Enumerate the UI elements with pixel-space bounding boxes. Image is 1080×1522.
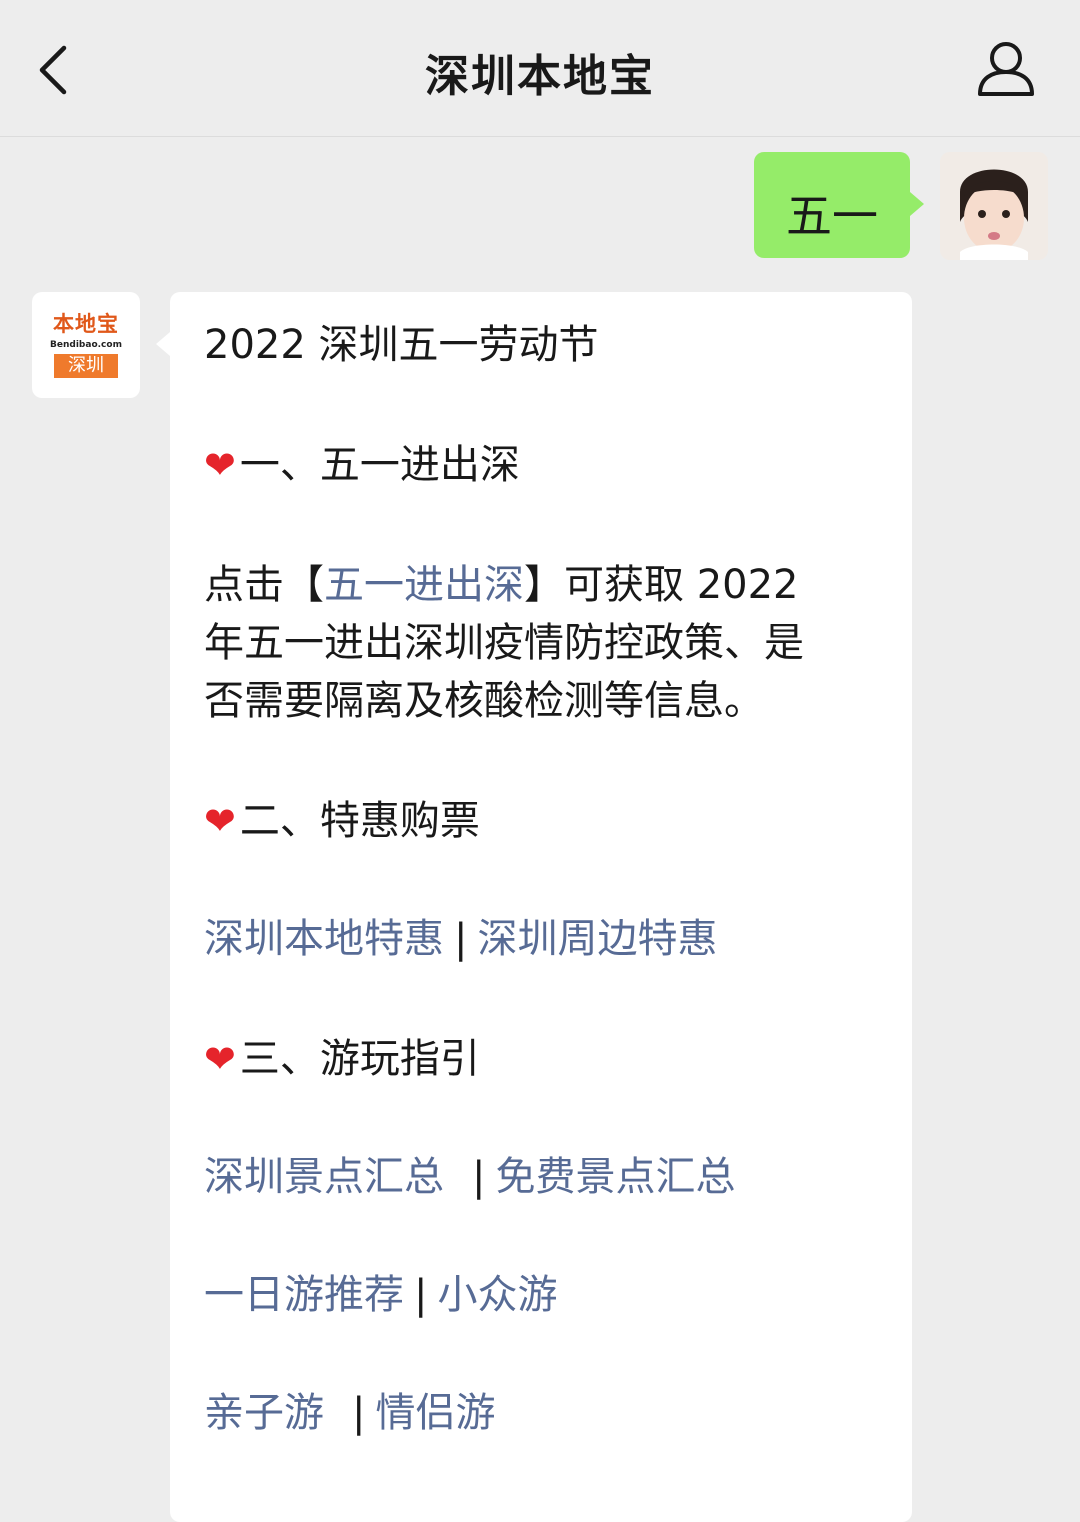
link-row: 深圳本地特惠 | 深圳周边特惠: [204, 910, 717, 968]
section-heading-1: ❤ 一、五一进出深: [204, 436, 520, 494]
p1-rest: 可获取 2022: [564, 562, 799, 608]
link-free-attractions[interactable]: 免费景点汇总: [495, 1154, 735, 1200]
section-1-label: 一、五一进出深: [239, 442, 520, 488]
top-bar: 深圳本地宝: [0, 0, 1080, 137]
heart-icon: ❤: [204, 1037, 236, 1081]
link-niche-trip[interactable]: 小众游: [437, 1272, 557, 1318]
heart-icon: ❤: [204, 443, 236, 487]
link-row: 亲子游 | 情侣游: [204, 1384, 495, 1442]
paragraph-line-2: 年五一进出深圳疫情防控政策、是: [204, 620, 804, 666]
p1-prefix: 点击: [204, 562, 284, 608]
sent-message-bubble[interactable]: 五一: [754, 152, 924, 258]
link-day-trip[interactable]: 一日游推荐: [204, 1272, 404, 1318]
link-nearby-deals[interactable]: 深圳周边特惠: [477, 916, 717, 962]
sent-message-text: 五一: [786, 189, 878, 243]
separator: |: [472, 1154, 486, 1200]
separator: |: [414, 1272, 428, 1318]
heart-icon: ❤: [204, 799, 236, 843]
logo-text: 本地宝: [53, 312, 119, 336]
logo-city: 深圳: [54, 354, 118, 378]
link-attractions[interactable]: 深圳景点汇总: [204, 1154, 444, 1200]
separator: |: [454, 916, 468, 962]
link-local-deals[interactable]: 深圳本地特惠: [204, 916, 444, 962]
profile-icon: [978, 42, 1034, 96]
section-3-label: 三、游玩指引: [239, 1036, 480, 1082]
separator: |: [352, 1390, 366, 1436]
link-row: 一日游推荐 | 小众游: [204, 1266, 557, 1324]
section-heading-2: ❤ 二、特惠购票: [204, 792, 480, 850]
user-avatar[interactable]: [940, 152, 1048, 260]
profile-button[interactable]: [966, 34, 1046, 104]
article-headline: 2022 深圳五一劳动节: [204, 322, 599, 368]
received-message-bubble: 2022 深圳五一劳动节 ❤ 一、五一进出深 点击【五一进出深】可获取 2022 …: [156, 292, 912, 1522]
logo-domain: Bendibao.com: [50, 340, 122, 350]
bot-avatar[interactable]: 本地宝 Bendibao.com 深圳: [32, 292, 140, 398]
bracket-open: 【: [284, 562, 324, 608]
link-family-trip[interactable]: 亲子游: [204, 1390, 324, 1436]
link-row: 深圳景点汇总 | 免费景点汇总: [204, 1148, 735, 1206]
section-2-label: 二、特惠购票: [239, 798, 480, 844]
link-wuyi-jinchushen[interactable]: 五一进出深: [324, 562, 524, 608]
paragraph-line-3: 否需要隔离及核酸检测等信息。: [204, 678, 764, 724]
page-title: 深圳本地宝: [425, 51, 655, 102]
paragraph-line-1: 点击【五一进出深】可获取 2022: [204, 556, 799, 614]
bracket-close: 】: [524, 562, 564, 608]
avatar-image: [940, 152, 1048, 260]
link-couple-trip[interactable]: 情侣游: [375, 1390, 495, 1436]
section-heading-3: ❤ 三、游玩指引: [204, 1030, 480, 1088]
